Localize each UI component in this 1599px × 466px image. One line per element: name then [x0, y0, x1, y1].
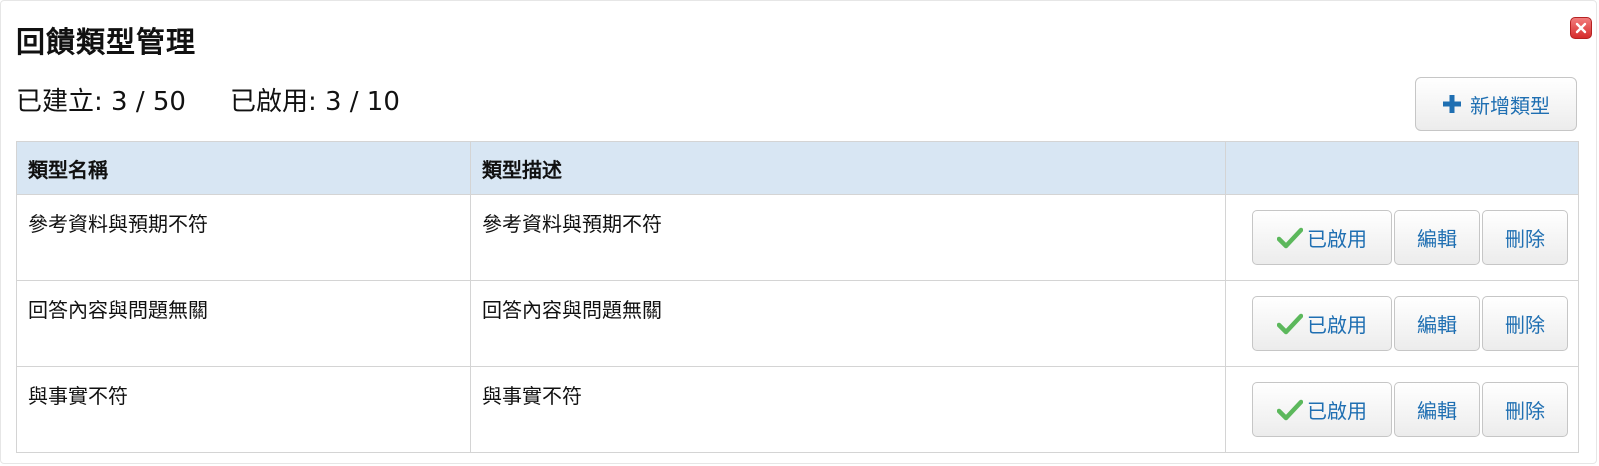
enabled-toggle-button[interactable]: 已啟用 [1252, 382, 1392, 437]
edit-button[interactable]: 編輯 [1394, 296, 1480, 351]
check-icon [1277, 313, 1303, 334]
check-icon [1277, 227, 1303, 248]
edit-button[interactable]: 編輯 [1394, 210, 1480, 265]
delete-button[interactable]: 刪除 [1482, 296, 1568, 351]
type-name-cell: 與事實不符 [16, 366, 471, 453]
row-actions: 已啟用 編輯 刪除 [1225, 280, 1579, 367]
enabled-label: 已啟用 [1307, 227, 1367, 251]
enabled-toggle-button[interactable]: 已啟用 [1252, 296, 1392, 351]
add-type-button[interactable]: 新增類型 [1415, 77, 1577, 131]
type-name-cell: 回答內容與問題無關 [16, 280, 471, 367]
table-row: 回答內容與問題無關 回答內容與問題無關 已啟用 編輯 刪除 [16, 280, 1579, 367]
table-row: 參考資料與預期不符 參考資料與預期不符 已啟用 編輯 刪除 [16, 194, 1579, 281]
enabled-toggle-button[interactable]: 已啟用 [1252, 210, 1392, 265]
delete-button[interactable]: 刪除 [1482, 210, 1568, 265]
close-icon [1575, 22, 1587, 34]
dialog-title: 回饋類型管理 [16, 25, 197, 59]
delete-button[interactable]: 刪除 [1482, 382, 1568, 437]
column-header-name: 類型名稱 [16, 141, 471, 195]
feedback-type-table: 類型名稱 類型描述 參考資料與預期不符 參考資料與預期不符 已啟用 編輯 刪除 … [16, 141, 1579, 453]
usage-stats: 已建立: 3 / 50 已啟用: 3 / 10 [16, 81, 400, 118]
feedback-type-dialog: 回饋類型管理 已建立: 3 / 50 已啟用: 3 / 10 新增類型 類型名稱 … [0, 0, 1597, 464]
enabled-count: 已啟用: 3 / 10 [229, 87, 400, 117]
type-name-cell: 參考資料與預期不符 [16, 194, 471, 281]
created-count: 已建立: 3 / 50 [16, 87, 186, 117]
type-description-cell: 參考資料與預期不符 [470, 194, 1226, 281]
edit-button[interactable]: 編輯 [1394, 382, 1480, 437]
type-description-cell: 與事實不符 [470, 366, 1226, 453]
row-actions: 已啟用 編輯 刪除 [1225, 194, 1579, 281]
column-header-description: 類型描述 [470, 141, 1226, 195]
table-header-row: 類型名稱 類型描述 [16, 141, 1579, 195]
plus-icon [1443, 95, 1461, 113]
enabled-label: 已啟用 [1307, 313, 1367, 337]
enabled-label: 已啟用 [1307, 399, 1367, 423]
add-type-label: 新增類型 [1470, 93, 1550, 118]
column-header-actions [1225, 141, 1579, 195]
type-description-cell: 回答內容與問題無關 [470, 280, 1226, 367]
check-icon [1277, 399, 1303, 420]
table-row: 與事實不符 與事實不符 已啟用 編輯 刪除 [16, 366, 1579, 453]
close-button[interactable] [1570, 17, 1592, 39]
row-actions: 已啟用 編輯 刪除 [1225, 366, 1579, 453]
